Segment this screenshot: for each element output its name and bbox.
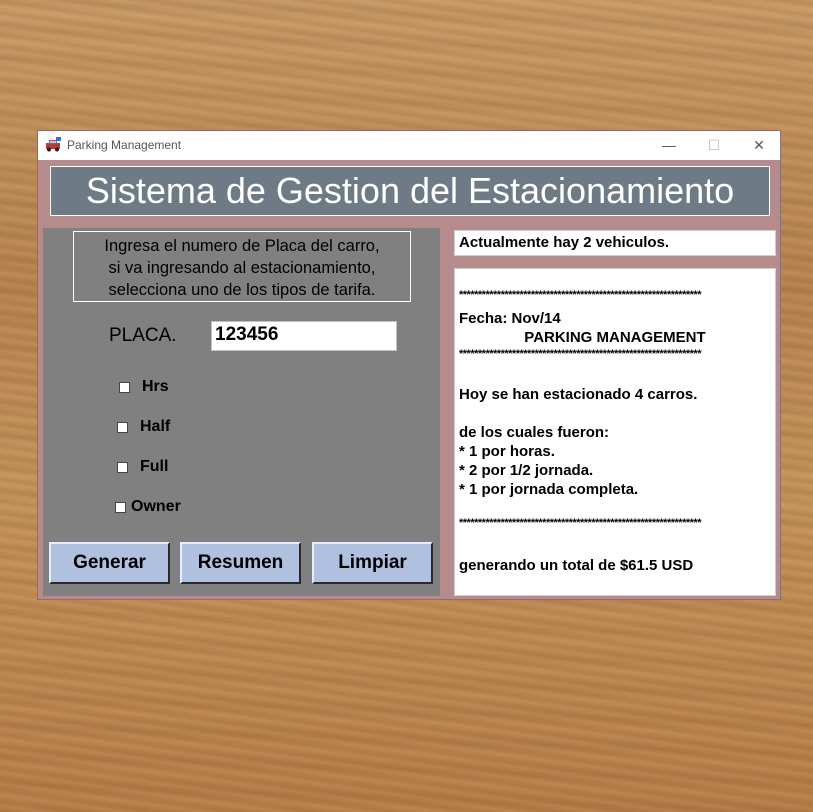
summary-half: * 2 por 1/2 jornada.	[459, 462, 594, 479]
option-hrs[interactable]: Hrs	[119, 378, 169, 396]
app-window: Parking Management — ☐ ✕ Sistema de Gest…	[37, 130, 781, 600]
owner-label: Owner	[131, 498, 181, 515]
summary-date: Fecha: Nov/14	[459, 310, 561, 327]
full-label: Full	[140, 458, 169, 475]
summary-total: generando un total de $61.5 USD	[459, 557, 694, 574]
title-bar[interactable]: Parking Management — ☐ ✕	[38, 131, 780, 160]
plate-label: PLACA.	[109, 325, 177, 346]
generar-button[interactable]: Generar	[49, 542, 170, 584]
entry-panel: Ingresa el numero de Placa del carro, si…	[43, 228, 440, 596]
option-full[interactable]: Full	[117, 458, 168, 476]
window-title: Parking Management	[67, 138, 182, 152]
option-owner[interactable]: Owner	[115, 498, 181, 516]
hrs-label: Hrs	[142, 378, 169, 395]
close-button[interactable]: ✕	[736, 131, 782, 160]
separator-line: ****************************************…	[459, 348, 701, 360]
summary-heading: PARKING MANAGEMENT	[524, 329, 706, 346]
hrs-checkbox[interactable]	[119, 381, 130, 393]
plate-input[interactable]: 123456	[211, 321, 397, 351]
limpiar-button[interactable]: Limpiar	[312, 542, 433, 584]
summary-of-which: de los cuales fueron:	[459, 424, 610, 441]
separator-line: ****************************************…	[459, 289, 701, 301]
resumen-button[interactable]: Resumen	[180, 542, 301, 584]
vehicle-count-status: Actualmente hay 2 vehiculos.	[454, 230, 776, 256]
summary-full: * 1 por jornada completa.	[459, 481, 639, 498]
half-checkbox[interactable]	[117, 421, 128, 433]
full-checkbox[interactable]	[117, 461, 128, 473]
half-label: Half	[140, 418, 171, 435]
summary-textbox[interactable]: ****************************************…	[454, 268, 776, 596]
instructions-text: Ingresa el numero de Placa del carro, si…	[73, 231, 411, 302]
summary-parked: Hoy se han estacionado 4 carros.	[459, 386, 698, 403]
summary-hours: * 1 por horas.	[459, 443, 555, 460]
option-half[interactable]: Half	[117, 418, 170, 436]
minimize-button[interactable]: —	[646, 131, 692, 160]
owner-checkbox[interactable]	[115, 501, 126, 513]
app-banner: Sistema de Gestion del Estacionamiento	[50, 166, 770, 216]
separator-line: ****************************************…	[459, 517, 701, 529]
car-icon	[46, 137, 61, 152]
maximize-button[interactable]: ☐	[691, 131, 737, 160]
